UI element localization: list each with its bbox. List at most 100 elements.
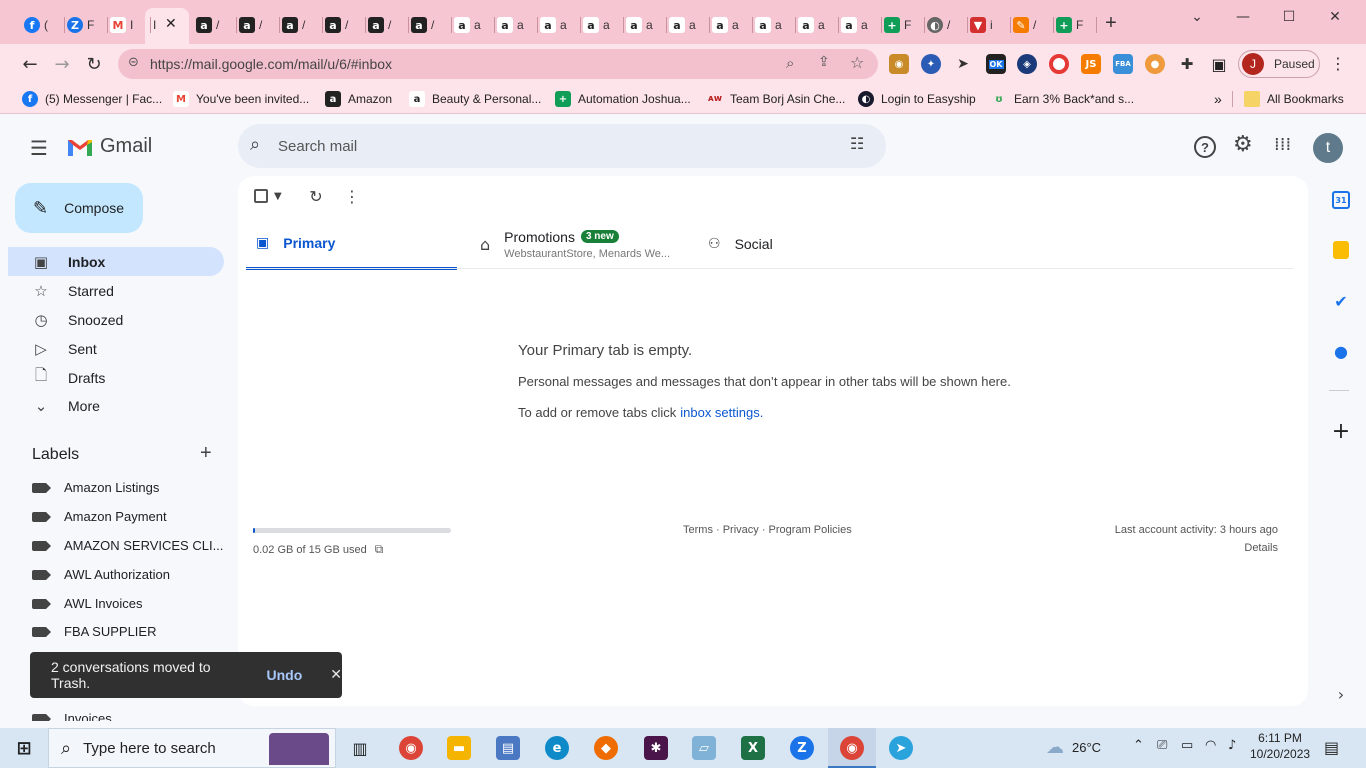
nav-drafts[interactable]: 🗋 Drafts [8, 363, 224, 392]
file-explorer-icon[interactable]: ▬ [447, 736, 471, 760]
search-bar[interactable]: ⌕ Search mail ☷ [238, 124, 886, 168]
browser-tab[interactable]: MI [110, 11, 138, 39]
share-icon[interactable]: ⇪ [818, 54, 830, 70]
label-item[interactable]: Invoices [8, 704, 224, 721]
excel-icon[interactable]: X [741, 736, 765, 760]
browser-tab[interactable]: a / [239, 11, 267, 39]
forward-icon[interactable]: → [50, 52, 74, 76]
label-item[interactable]: FBA SUPPLIER [8, 617, 224, 646]
browser-tab[interactable]: aa [841, 11, 869, 39]
url-text[interactable]: https://mail.google.com/mail/u/6/#inbox [150, 56, 392, 72]
open-external-icon[interactable]: ⧉ [375, 542, 384, 557]
search-input[interactable]: Search mail [278, 138, 357, 155]
bookmark-automation[interactable]: + Automation Joshua... [555, 91, 691, 107]
nav-sent[interactable]: ▷ Sent [8, 334, 224, 363]
extension-jar-icon[interactable]: ◉ [889, 54, 909, 74]
extension-arrow-icon[interactable]: ➤ [953, 54, 973, 74]
settings-gear-icon[interactable]: ⚙ [1233, 132, 1253, 157]
extension-fba-icon[interactable]: FBA [1113, 54, 1133, 74]
side-panel-icon[interactable]: ▣ [1209, 54, 1229, 74]
chrome-icon[interactable]: ◉ [399, 736, 423, 760]
bookmark-invited[interactable]: M You've been invited... [173, 91, 309, 107]
browser-tab[interactable]: aa [583, 11, 611, 39]
bookmark-earn[interactable]: ʊ Earn 3% Back*and s... [991, 91, 1134, 107]
browser-tab[interactable]: ▼ i [970, 11, 998, 39]
close-snackbar-icon[interactable]: ✕ [330, 667, 342, 683]
browser-tab[interactable]: a / [411, 11, 439, 39]
browser-tab[interactable]: aa [497, 11, 525, 39]
reload-icon[interactable]: ↻ [82, 52, 106, 76]
bookmark-messenger[interactable]: f (5) Messenger | Fac... [22, 91, 162, 107]
account-avatar[interactable]: t [1313, 133, 1343, 163]
bookmark-amazon[interactable]: a Amazon [325, 91, 392, 107]
close-tab-icon[interactable]: ✕ [165, 16, 177, 32]
nav-more[interactable]: ⌄ More [8, 391, 224, 420]
extension-nav-icon[interactable]: ✦ [921, 54, 941, 74]
bookmarks-overflow-icon[interactable]: » [1214, 91, 1222, 107]
weather-widget[interactable]: ☁ 26°C [1046, 737, 1101, 758]
search-icon[interactable]: ⌕ [250, 134, 260, 155]
inbox-settings-link[interactable]: inbox settings. [680, 405, 763, 420]
site-info-icon[interactable]: ⊝ [128, 55, 139, 70]
notifications-icon[interactable]: ▤ [1324, 738, 1339, 757]
select-all-checkbox[interactable]: ▼ [254, 186, 286, 206]
calendar-icon[interactable]: 31 [1321, 180, 1358, 220]
browser-tab[interactable]: aa [454, 11, 482, 39]
tab-promotions[interactable]: ⌂ Promotions 3 new WebstaurantStore, Men… [480, 218, 691, 270]
help-icon[interactable]: ? [1194, 136, 1216, 158]
active-tab[interactable]: I ✕ [145, 8, 189, 44]
extension-pokeball-icon[interactable] [1049, 54, 1069, 74]
browser-tab[interactable]: a / [325, 11, 353, 39]
add-label-icon[interactable]: + [200, 442, 212, 465]
browser-tab[interactable]: aa [755, 11, 783, 39]
extension-orange-icon[interactable]: ● [1145, 54, 1165, 74]
browser-tab[interactable]: ◐ / [927, 11, 955, 39]
battery-icon[interactable]: ▭ [1181, 738, 1193, 753]
slack-icon[interactable]: ✱ [644, 736, 668, 760]
nav-inbox[interactable]: ▣ Inbox [8, 247, 224, 276]
more-options-icon[interactable]: ⋮ [342, 186, 362, 206]
footer-links[interactable]: Terms · Privacy · Program Policies [683, 524, 852, 536]
task-view-icon[interactable]: ▥ [348, 736, 372, 760]
minimize-icon[interactable]: — [1220, 6, 1266, 28]
browser-tab[interactable]: ZF [67, 11, 95, 39]
nav-snoozed[interactable]: ◷ Snoozed [8, 305, 224, 334]
browser-tab[interactable]: a / [196, 11, 224, 39]
extension-js-icon[interactable]: JS [1081, 54, 1101, 74]
browser-tab[interactable]: aa [540, 11, 568, 39]
meet-now-icon[interactable]: ⎚ [1157, 738, 1167, 753]
all-bookmarks[interactable]: All Bookmarks [1244, 91, 1344, 107]
label-item[interactable]: Amazon Payment [8, 502, 224, 531]
extension-ok-icon[interactable]: OK [986, 54, 1006, 74]
close-window-icon[interactable]: ✕ [1312, 6, 1358, 28]
browser-tab[interactable]: + F [884, 11, 912, 39]
search-options-icon[interactable]: ☷ [850, 134, 864, 153]
zoom-icon[interactable]: ⌕ [786, 54, 794, 72]
windows-start-icon[interactable]: ⊞ [12, 736, 36, 760]
maximize-icon[interactable]: ☐ [1266, 6, 1312, 28]
gmail-logo[interactable]: Gmail [66, 135, 152, 158]
bookmark-beauty[interactable]: a Beauty & Personal... [409, 91, 541, 107]
notes-app-icon[interactable]: ▱ [692, 736, 716, 760]
refresh-icon[interactable]: ↻ [306, 186, 326, 206]
add-addon-icon[interactable]: + [1321, 411, 1358, 451]
browser-tab[interactable]: a / [282, 11, 310, 39]
taskbar-search[interactable]: ⌕ Type here to search [48, 728, 336, 768]
vpn-icon[interactable]: ◆ [594, 736, 618, 760]
nav-starred[interactable]: ☆ Starred [8, 276, 224, 305]
tab-primary[interactable]: ▣ Primary [246, 218, 457, 270]
undo-button[interactable]: Undo [267, 667, 303, 683]
browser-menu-icon[interactable]: ⋮ [1330, 54, 1346, 73]
new-tab-button[interactable]: + [1100, 12, 1122, 34]
browser-tab[interactable]: aa [669, 11, 697, 39]
browser-tab[interactable]: ✎ / [1013, 11, 1041, 39]
tab-search-icon[interactable]: ⌄ [1174, 6, 1220, 28]
browser-tab[interactable]: aa [626, 11, 654, 39]
apps-grid-icon[interactable]: ⁞⁞⁞ [1274, 134, 1291, 155]
label-item[interactable]: AWL Invoices [8, 589, 224, 618]
label-item[interactable]: AWL Authorization [8, 560, 224, 589]
address-bar[interactable]: ⊝ https://mail.google.com/mail/u/6/#inbo… [118, 49, 878, 79]
tab-social[interactable]: ⚇ Social [708, 218, 919, 270]
keep-icon[interactable] [1321, 230, 1358, 270]
contacts-icon[interactable]: ● [1321, 331, 1358, 371]
